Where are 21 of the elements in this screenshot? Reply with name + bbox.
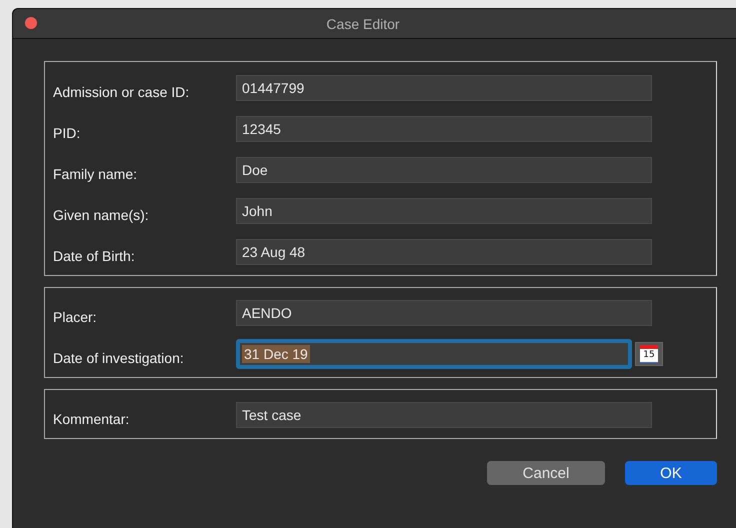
- cancel-button[interactable]: Cancel: [487, 461, 605, 485]
- field-label: Family name:: [53, 165, 138, 182]
- field-label: Kommentar:: [53, 410, 130, 427]
- ok-button[interactable]: OK: [625, 461, 717, 485]
- field-label: PID:: [53, 124, 82, 141]
- field-label: Date of investigation:: [53, 349, 185, 366]
- input-field[interactable]: Doe: [236, 157, 652, 183]
- field-label: Placer:: [53, 308, 98, 325]
- field-label: Given name(s):: [53, 206, 150, 223]
- field-label: Date of Birth:: [53, 247, 136, 264]
- input-field[interactable]: 31 Dec 19: [236, 339, 632, 369]
- input-field[interactable]: AENDO: [236, 300, 652, 326]
- field-label: Admission or case ID:: [53, 83, 190, 100]
- window-title: Case Editor: [326, 16, 400, 32]
- input-field[interactable]: 01447799: [236, 75, 652, 101]
- input-field[interactable]: Test case: [236, 402, 652, 428]
- close-button[interactable]: [25, 17, 37, 29]
- input-field[interactable]: 12345: [236, 116, 652, 142]
- input-field[interactable]: John: [236, 198, 652, 224]
- calendar-button[interactable]: 15: [635, 342, 663, 366]
- input-field[interactable]: 23 Aug 48: [236, 239, 652, 265]
